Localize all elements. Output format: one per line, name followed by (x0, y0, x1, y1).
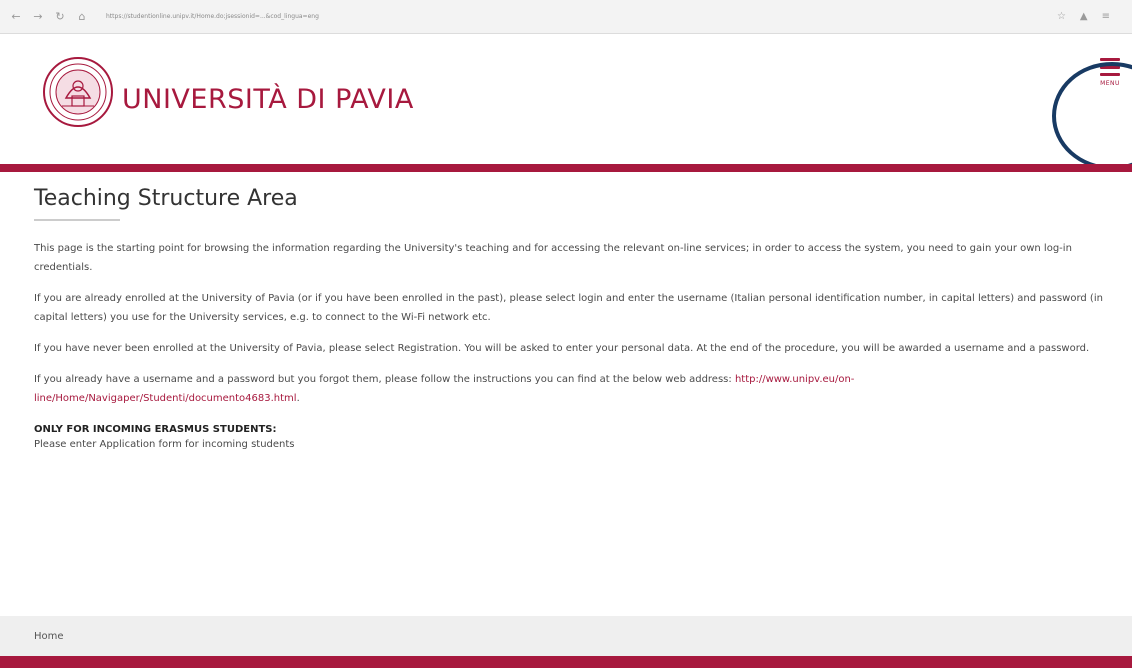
site-header: UNIVERSITÀ DI PAVIA MENU (0, 34, 1132, 170)
registration-paragraph: If you have never been enrolled at the U… (34, 343, 1090, 354)
breadcrumb-home-link[interactable]: Home (34, 631, 64, 642)
menu-label: MENU (1100, 80, 1120, 87)
erasmus-instructions: Please enter Application form for incomi… (34, 439, 295, 450)
header-divider (0, 164, 1132, 172)
university-seal-logo[interactable] (42, 56, 114, 128)
enrolled-paragraph: If you are already enrolled at the Unive… (34, 293, 1103, 323)
forgot-credentials-paragraph: If you already have a username and a pas… (34, 370, 1114, 408)
address-bar[interactable]: https://studentionline.unipv.it/Home.do;… (102, 7, 1002, 27)
reload-icon[interactable]: ↻ (52, 9, 68, 25)
title-underline (34, 219, 120, 221)
forward-icon[interactable]: → (30, 9, 46, 25)
hamburger-icon (1100, 58, 1120, 76)
back-icon[interactable]: ← (8, 9, 24, 25)
forgot-credentials-end: . (296, 393, 300, 404)
browser-menu-icon[interactable]: ≡ (1102, 11, 1110, 22)
main-content: Teaching Structure Area This page is the… (34, 186, 1114, 450)
page-title: Teaching Structure Area (34, 186, 298, 211)
bookmark-star-icon[interactable]: ☆ (1057, 11, 1066, 22)
extension-icon[interactable]: ▲ (1080, 11, 1088, 22)
footer-bar (0, 656, 1132, 668)
home-icon[interactable]: ⌂ (74, 9, 90, 25)
forgot-credentials-text: If you already have a username and a pas… (34, 374, 735, 385)
browser-toolbar: ← → ↻ ⌂ https://studentionline.unipv.it/… (0, 0, 1132, 34)
menu-button[interactable]: MENU (1090, 58, 1130, 104)
address-bar-url: https://studentionline.unipv.it/Home.do;… (106, 13, 319, 20)
erasmus-heading: ONLY FOR INCOMING ERASMUS STUDENTS: (34, 424, 277, 435)
intro-paragraph: This page is the starting point for brow… (34, 243, 1072, 273)
breadcrumb: Home (0, 616, 1132, 656)
university-name[interactable]: UNIVERSITÀ DI PAVIA (122, 84, 414, 115)
